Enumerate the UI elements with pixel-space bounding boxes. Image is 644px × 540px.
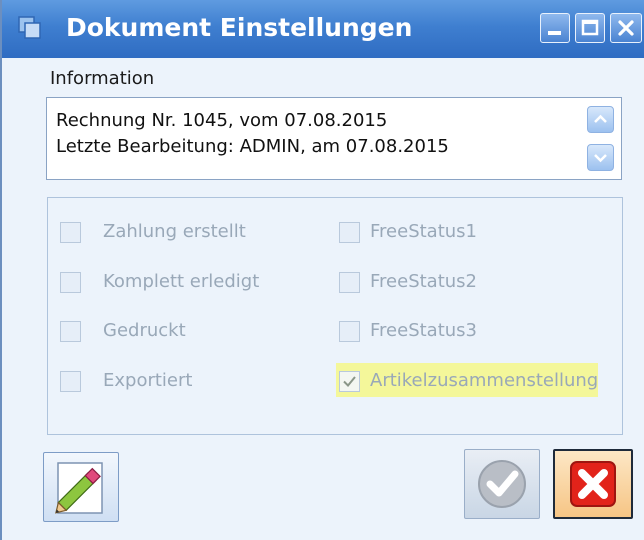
checkmark-icon [343,376,356,387]
checkbox-box[interactable] [60,222,81,243]
scroll-down-button[interactable] [587,144,614,171]
checkbox-box[interactable] [60,371,81,392]
chevron-up-icon [594,114,607,123]
close-button[interactable] [610,13,642,43]
minimize-button[interactable] [540,13,570,43]
dialog-window: Dokument Einstellungen Information Rechn… [0,0,644,540]
maximize-icon [581,19,599,36]
cancel-button[interactable] [553,449,633,519]
checkbox-box[interactable] [339,321,360,342]
pencil-icon [55,462,103,514]
checkbox-box[interactable] [60,321,81,342]
checkbox-box[interactable] [339,222,360,243]
close-icon [618,20,634,36]
minimize-icon [548,31,561,35]
checkbox-box[interactable] [339,371,360,392]
title-bar[interactable]: Dokument Einstellungen [2,0,644,58]
ok-button[interactable] [464,449,540,519]
checkbox-box[interactable] [339,272,360,293]
maximize-button[interactable] [575,13,605,43]
checkbox-label: Komplett erledigt [103,271,260,292]
checkmark-icon [478,460,526,508]
edit-button[interactable] [43,452,119,522]
close-x-icon [570,461,616,507]
information-textbox[interactable]: Rechnung Nr. 1045, vom 07.08.2015 Letzte… [46,97,622,180]
checkbox-label: FreeStatus3 [370,320,478,341]
checkbox-label: FreeStatus1 [370,221,478,242]
chevron-down-icon [594,154,607,163]
scroll-up-button[interactable] [587,106,614,133]
checkbox-label: Exportiert [103,370,193,391]
information-label: Information [50,68,155,89]
info-line: Rechnung Nr. 1045, vom 07.08.2015 [56,110,388,131]
checkbox-label: FreeStatus2 [370,271,478,292]
info-line: Letzte Bearbeitung: ADMIN, am 07.08.2015 [56,136,449,157]
app-icon [18,16,41,39]
checkbox-label: Gedruckt [103,320,186,341]
checkbox-label: Artikelzusammenstellung [370,370,599,391]
checkbox-box[interactable] [60,272,81,293]
checkbox-label: Zahlung erstellt [103,221,246,242]
window-title: Dokument Einstellungen [66,13,413,42]
